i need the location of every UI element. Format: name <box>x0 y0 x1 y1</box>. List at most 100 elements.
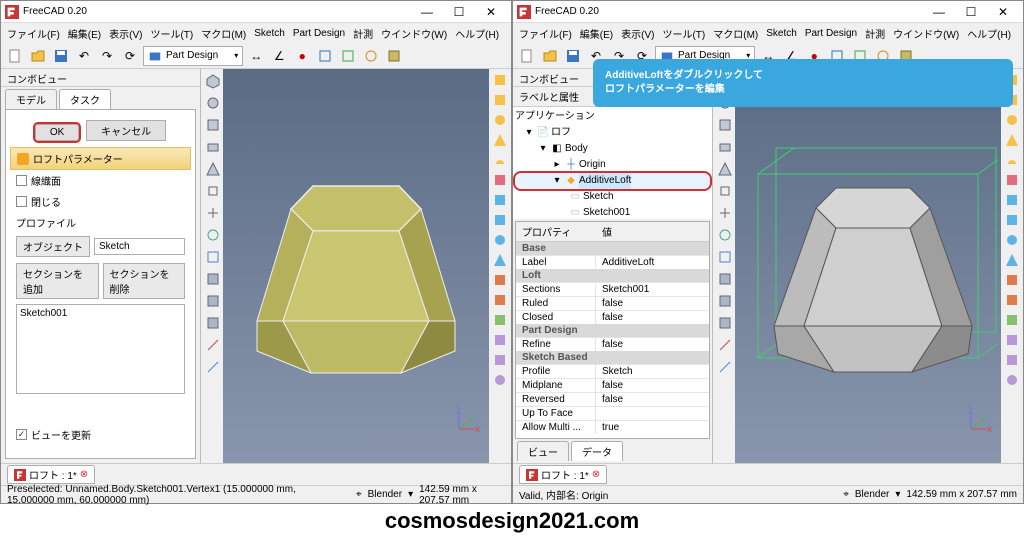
tree-sketch001[interactable]: ▭Sketch001 <box>515 205 710 219</box>
prop-closed[interactable]: false <box>596 311 709 324</box>
prop-uptoface[interactable] <box>596 407 709 420</box>
nav-style-icon[interactable]: ⌖ <box>356 489 362 500</box>
pd-tool-icon[interactable] <box>1003 131 1021 149</box>
view-tool-icon[interactable] <box>715 269 735 289</box>
nav-style[interactable]: Blender <box>855 489 889 500</box>
measure-angle-icon[interactable]: ∠ <box>269 46 289 66</box>
titlebar[interactable]: FreeCAD 0.20 — ☐ ✕ <box>513 1 1023 23</box>
save-icon[interactable] <box>563 46 583 66</box>
pd-tool-icon[interactable] <box>491 151 509 169</box>
tool-icon[interactable] <box>315 46 335 66</box>
menu-file[interactable]: ファイル(F) <box>7 26 60 41</box>
new-file-icon[interactable] <box>517 46 537 66</box>
section-item[interactable]: Sketch001 <box>20 308 181 319</box>
open-file-icon[interactable] <box>28 46 48 66</box>
pd-tool-icon[interactable] <box>491 371 509 389</box>
undo-icon[interactable]: ↶ <box>74 46 94 66</box>
minimize-button[interactable]: — <box>923 3 955 21</box>
tab-data[interactable]: データ <box>571 441 623 461</box>
view-tool-icon[interactable] <box>715 247 735 267</box>
prop-label[interactable]: AdditiveLoft <box>596 256 709 269</box>
pd-tool-icon[interactable] <box>491 251 509 269</box>
close-button[interactable]: ✕ <box>475 3 507 21</box>
view-tool-icon[interactable] <box>715 357 735 377</box>
pd-tool-icon[interactable] <box>491 171 509 189</box>
view-tool-icon[interactable] <box>203 313 223 333</box>
pd-tool-icon[interactable] <box>491 231 509 249</box>
close-tab-icon[interactable]: ⊗ <box>80 469 88 480</box>
view-tool-icon[interactable] <box>203 93 223 113</box>
menu-tools[interactable]: ツール(T) <box>662 26 705 41</box>
pd-tool-icon[interactable] <box>1003 331 1021 349</box>
prop-reversed[interactable]: false <box>596 393 709 406</box>
view-tool-icon[interactable] <box>715 137 735 157</box>
pd-tool-icon[interactable] <box>1003 211 1021 229</box>
tool-icon[interactable] <box>361 46 381 66</box>
pd-tool-icon[interactable] <box>491 271 509 289</box>
pd-tool-icon[interactable] <box>1003 371 1021 389</box>
view-tool-icon[interactable] <box>203 357 223 377</box>
pd-tool-icon[interactable] <box>491 191 509 209</box>
view-tool-icon[interactable] <box>715 313 735 333</box>
pd-tool-icon[interactable] <box>1003 311 1021 329</box>
open-file-icon[interactable] <box>540 46 560 66</box>
menu-sketch[interactable]: Sketch <box>766 28 797 39</box>
doc-tab[interactable]: ロフト : 1* ⊗ <box>7 465 95 484</box>
pd-tool-icon[interactable] <box>491 131 509 149</box>
redo-icon[interactable]: ↷ <box>97 46 117 66</box>
menu-measure[interactable]: 計測 <box>865 26 885 41</box>
pd-tool-icon[interactable] <box>491 331 509 349</box>
menu-window[interactable]: ウインドウ(W) <box>381 26 447 41</box>
pd-tool-icon[interactable] <box>491 111 509 129</box>
view-tool-icon[interactable] <box>203 247 223 267</box>
tab-view[interactable]: ビュー <box>517 441 569 461</box>
pd-tool-icon[interactable] <box>1003 351 1021 369</box>
tool-icon[interactable] <box>384 46 404 66</box>
view-tool-icon[interactable] <box>715 225 735 245</box>
cancel-button[interactable]: キャンセル <box>86 120 166 141</box>
pd-tool-icon[interactable] <box>1003 171 1021 189</box>
menu-tools[interactable]: ツール(T) <box>150 26 193 41</box>
titlebar[interactable]: FreeCAD 0.20 — ☐ ✕ <box>1 1 511 23</box>
view-tool-icon[interactable] <box>203 181 223 201</box>
sections-list[interactable]: Sketch001 <box>16 304 185 394</box>
close-button[interactable]: ✕ <box>987 3 1019 21</box>
workbench-select[interactable]: Part Design <box>143 46 243 66</box>
3d-viewport[interactable]: zxy <box>201 69 511 463</box>
view-tool-icon[interactable] <box>715 203 735 223</box>
view-tool-icon[interactable] <box>715 335 735 355</box>
pd-tool-icon[interactable] <box>1003 191 1021 209</box>
view-tool-icon[interactable] <box>203 137 223 157</box>
tree-body[interactable]: ▾◧Body <box>515 141 710 157</box>
doc-tab[interactable]: ロフト : 1* ⊗ <box>519 465 607 484</box>
menu-macro[interactable]: マクロ(M) <box>201 26 246 41</box>
tree-origin[interactable]: ▸┼Origin <box>515 157 710 173</box>
maximize-button[interactable]: ☐ <box>443 3 475 21</box>
tree-sketch[interactable]: ▭Sketch <box>515 189 710 205</box>
tree-additiveloft[interactable]: ▾◆AdditiveLoft <box>515 173 710 189</box>
view-tool-icon[interactable] <box>715 291 735 311</box>
minimize-button[interactable]: — <box>411 3 443 21</box>
view-tool-icon[interactable] <box>715 115 735 135</box>
view-tool-icon[interactable] <box>203 71 223 91</box>
menu-help[interactable]: ヘルプ(H) <box>455 26 499 41</box>
pd-tool-icon[interactable] <box>1003 251 1021 269</box>
add-section-button[interactable]: セクションを追加 <box>16 263 99 299</box>
close-tab-icon[interactable]: ⊗ <box>592 469 600 480</box>
nav-style-icon[interactable]: ⌖ <box>843 489 849 500</box>
new-file-icon[interactable] <box>5 46 25 66</box>
loft-params-header[interactable]: ロフトパラメーター <box>10 147 191 170</box>
ruled-checkbox[interactable] <box>16 175 27 186</box>
closed-checkbox[interactable] <box>16 196 27 207</box>
view-tool-icon[interactable] <box>715 159 735 179</box>
prop-sections[interactable]: Sketch001 <box>596 283 709 296</box>
measure-linear-icon[interactable]: ↔ <box>246 46 266 66</box>
pd-tool-icon[interactable] <box>491 311 509 329</box>
tab-model[interactable]: モデル <box>5 89 57 109</box>
prop-allowmulti[interactable]: true <box>596 421 709 434</box>
pd-tool-icon[interactable] <box>491 291 509 309</box>
pd-tool-icon[interactable] <box>491 91 509 109</box>
pd-tool-icon[interactable] <box>1003 231 1021 249</box>
pd-tool-icon[interactable] <box>491 351 509 369</box>
object-field[interactable]: Sketch <box>94 238 185 255</box>
